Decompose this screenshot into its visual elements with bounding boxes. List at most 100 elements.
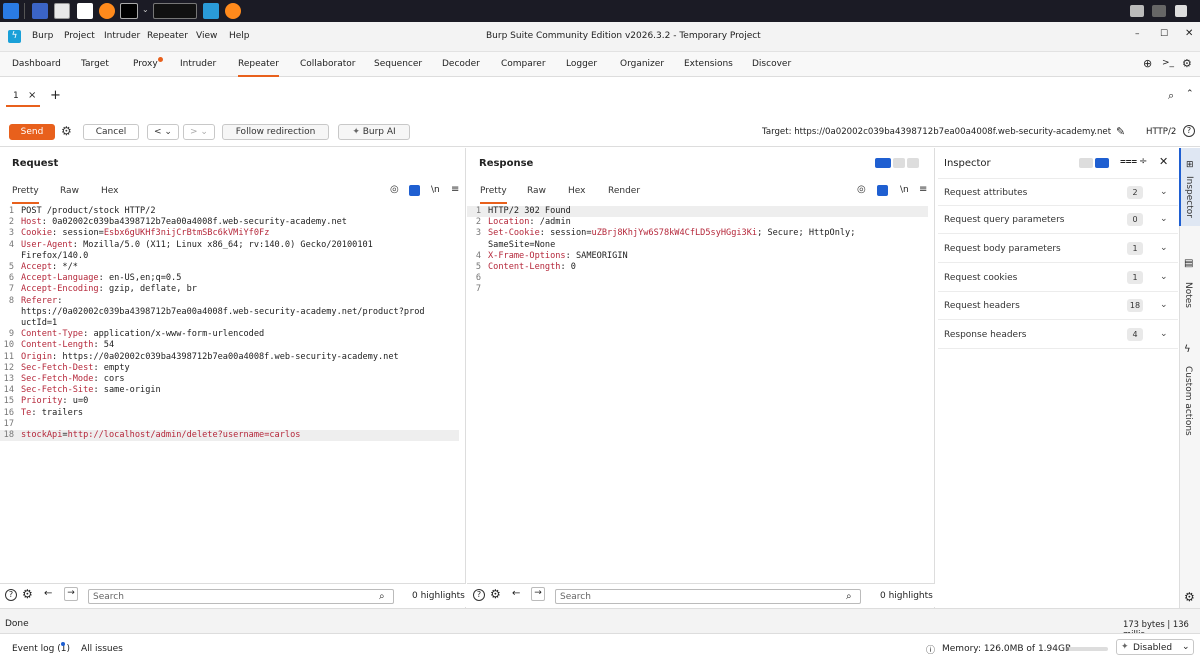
chevron-down-icon[interactable]: ⌄ <box>1160 187 1168 197</box>
help-icon[interactable]: ? <box>1183 125 1195 137</box>
chevron-down-icon[interactable]: ⌄ <box>1160 243 1168 253</box>
forward-history-button[interactable]: > ⌄ <box>183 124 215 140</box>
edit-target-pencil-icon[interactable]: ✎ <box>1116 125 1125 138</box>
menu-help[interactable]: Help <box>229 31 250 41</box>
settings-gear-icon[interactable]: ⚙ <box>1182 57 1192 70</box>
request-tab-hex[interactable]: Hex <box>101 186 118 196</box>
search-tabs-icon[interactable]: ⌕ <box>1168 89 1174 103</box>
next-match-arrow-icon[interactable]: → <box>531 587 545 601</box>
inspector-layout-icon[interactable] <box>1079 158 1093 168</box>
menu-burp[interactable]: Burp <box>32 31 53 41</box>
side-tab-notes[interactable]: ▤ Notes <box>1181 256 1200 316</box>
tab-logger[interactable]: Logger <box>566 59 597 69</box>
kali-menu-icon[interactable] <box>3 3 19 19</box>
inspector-row-req-headers[interactable]: Request headers 18 ⌄ <box>938 292 1178 320</box>
response-tab-render[interactable]: Render <box>608 186 640 196</box>
previous-match-arrow-icon[interactable]: ← <box>44 588 52 599</box>
add-tab-icon[interactable]: + <box>50 88 61 103</box>
target-url[interactable]: Target: https://0a02002c039ba4398712b7ea… <box>762 127 1111 137</box>
request-tab-raw[interactable]: Raw <box>60 186 79 196</box>
chevron-down-icon[interactable]: ⌄ <box>1160 214 1168 224</box>
close-tab-icon[interactable]: × <box>28 90 36 101</box>
file-manager-icon[interactable] <box>54 3 70 19</box>
menu-hamburger-icon[interactable]: ≡ <box>451 184 459 195</box>
menu-view[interactable]: View <box>196 31 217 41</box>
response-tab-hex[interactable]: Hex <box>568 186 585 196</box>
repeater-tab-1[interactable]: 1 × <box>6 87 40 107</box>
mute-icon[interactable] <box>1152 5 1166 17</box>
inspector-row-query[interactable]: Request query parameters 0 ⌄ <box>938 206 1178 234</box>
cancel-button[interactable]: Cancel <box>83 124 139 140</box>
http-version[interactable]: HTTP/2 <box>1146 127 1176 137</box>
menu-project[interactable]: Project <box>64 31 95 41</box>
tab-discover[interactable]: Discover <box>752 59 791 69</box>
layout-vertical-icon[interactable] <box>907 158 919 168</box>
response-tab-raw[interactable]: Raw <box>527 186 546 196</box>
layout-horizontal-icon[interactable] <box>893 158 905 168</box>
menu-hamburger-icon[interactable]: ≡ <box>919 184 927 195</box>
tab-target[interactable]: Target <box>81 59 109 69</box>
tab-proxy[interactable]: Proxy <box>133 59 158 69</box>
request-search-input[interactable]: Search ⌕ <box>88 589 394 604</box>
menu-intruder[interactable]: Intruder <box>104 31 140 41</box>
tab-decoder[interactable]: Decoder <box>442 59 480 69</box>
side-tab-inspector[interactable]: Inspector ⊞ <box>1179 148 1200 226</box>
workspace-preview[interactable] <box>153 3 197 19</box>
hide-eye-icon[interactable]: ◎ <box>857 184 866 195</box>
back-history-button[interactable]: < ⌄ <box>147 124 179 140</box>
ai-status-dropdown[interactable]: ✦ Disabled ⌄ <box>1116 639 1194 655</box>
inspector-row-attributes[interactable]: Request attributes 2 ⌄ <box>938 178 1178 206</box>
burp-taskbar-icon[interactable] <box>203 3 219 19</box>
maximize-icon[interactable]: ☐ <box>1160 29 1168 39</box>
newline-toggle[interactable]: \n <box>431 185 440 195</box>
help-icon[interactable]: ? <box>473 589 485 601</box>
inspector-settings-gear-icon[interactable]: ⚙ <box>1184 590 1195 604</box>
collapse-icon[interactable]: ÷ <box>1139 156 1147 167</box>
hide-eye-icon[interactable]: ◎ <box>390 184 399 195</box>
screen-icon[interactable] <box>1130 5 1144 17</box>
terminal-prompt-icon[interactable]: >_ <box>1162 58 1174 68</box>
chevron-down-icon[interactable]: ⌄ <box>1160 329 1168 339</box>
chevron-down-icon[interactable]: ⌄ <box>142 5 149 14</box>
chevron-down-icon[interactable]: ⌄ <box>1160 300 1168 310</box>
bell-icon[interactable] <box>1175 5 1187 17</box>
layout-split-icon[interactable] <box>875 158 891 168</box>
tab-collaborator[interactable]: Collaborator <box>300 59 355 69</box>
send-settings-gear-icon[interactable]: ⚙ <box>61 124 72 138</box>
newline-toggle[interactable]: \n <box>900 185 909 195</box>
desktop-icon[interactable] <box>32 3 48 19</box>
chevron-down-icon[interactable]: ⌄ <box>1160 272 1168 282</box>
all-issues-link[interactable]: All issues <box>81 644 123 654</box>
terminal-icon[interactable] <box>120 3 138 19</box>
request-tab-pretty[interactable]: Pretty <box>12 186 39 204</box>
firefox-icon[interactable] <box>99 3 115 19</box>
response-search-input[interactable]: Search ⌕ <box>555 589 861 604</box>
close-inspector-icon[interactable]: ✕ <box>1159 155 1168 168</box>
menu-repeater[interactable]: Repeater <box>147 31 188 41</box>
tab-organizer[interactable]: Organizer <box>620 59 664 69</box>
firefox-taskbar-icon[interactable] <box>225 3 241 19</box>
search-settings-gear-icon[interactable]: ⚙ <box>490 587 501 601</box>
tab-repeater[interactable]: Repeater <box>238 59 279 77</box>
inspector-row-body[interactable]: Request body parameters 1 ⌄ <box>938 235 1178 263</box>
help-icon[interactable]: ? <box>5 589 17 601</box>
search-settings-gear-icon[interactable]: ⚙ <box>22 587 33 601</box>
tab-intruder[interactable]: Intruder <box>180 59 216 69</box>
pretty-print-icon[interactable] <box>409 185 420 196</box>
sort-icon[interactable]: ⩶ <box>1120 156 1137 167</box>
next-match-arrow-icon[interactable]: → <box>64 587 78 601</box>
burp-ai-button[interactable]: ✦ Burp AI <box>338 124 410 140</box>
tab-extensions[interactable]: Extensions <box>684 59 733 69</box>
text-editor-icon[interactable] <box>77 3 93 19</box>
inspector-row-res-headers[interactable]: Response headers 4 ⌄ <box>938 321 1178 349</box>
previous-match-arrow-icon[interactable]: ← <box>512 588 520 599</box>
chevron-up-icon[interactable]: ⌃ <box>1186 89 1194 99</box>
tab-sequencer[interactable]: Sequencer <box>374 59 422 69</box>
inspector-layout-active-icon[interactable] <box>1095 158 1109 168</box>
minimize-icon[interactable]: – <box>1135 29 1140 39</box>
side-tab-custom-actions[interactable]: ϟ Custom actions <box>1181 342 1200 442</box>
tab-dashboard[interactable]: Dashboard <box>12 59 61 69</box>
send-button[interactable]: Send <box>9 124 55 140</box>
follow-redirection-button[interactable]: Follow redirection <box>222 124 329 140</box>
globe-icon[interactable]: ⊕ <box>1143 57 1152 70</box>
